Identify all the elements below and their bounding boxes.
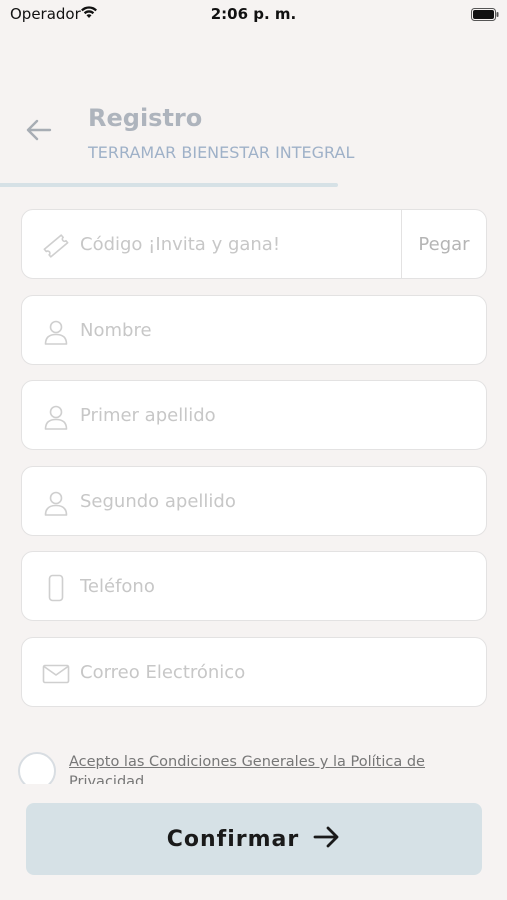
first-surname-field (21, 380, 487, 450)
battery-icon (471, 7, 499, 21)
page-title: Registro (88, 104, 203, 132)
first-name-input[interactable] (80, 296, 470, 364)
clock: 2:06 p. m. (210, 5, 297, 23)
invite-code-field: Pegar (21, 209, 487, 279)
first-name-field (21, 295, 487, 365)
back-button[interactable] (24, 117, 54, 147)
email-input[interactable] (80, 638, 470, 706)
invite-code-input[interactable] (80, 210, 390, 278)
user-icon (42, 318, 70, 346)
first-surname-input[interactable] (80, 381, 470, 449)
second-surname-field (21, 466, 487, 536)
user-icon (42, 403, 70, 431)
confirm-button[interactable]: Confirmar (26, 803, 482, 875)
phone-icon (42, 574, 70, 602)
confirm-label: Confirmar (166, 826, 300, 852)
status-bar: Operador 2:06 p. m. (0, 0, 507, 28)
phone-input[interactable] (80, 552, 470, 620)
arrow-right-icon (313, 825, 341, 853)
page-subtitle: TERRAMAR BIENESTAR INTEGRAL (88, 143, 355, 162)
mail-icon (42, 660, 70, 688)
phone-field (21, 551, 487, 621)
progress-fill (0, 183, 339, 187)
terms-row: Acepto las Condiciones Generales y la Po… (18, 750, 488, 784)
ticket-icon (42, 232, 70, 260)
terms-checkbox[interactable] (18, 752, 56, 784)
progress-bar (0, 183, 507, 187)
paste-button[interactable]: Pegar (402, 210, 486, 278)
terms-link[interactable]: Acepto las Condiciones Generales y la Po… (69, 752, 449, 784)
user-icon (42, 489, 70, 517)
email-field (21, 637, 487, 707)
arrow-left-icon (26, 119, 52, 145)
second-surname-input[interactable] (80, 467, 470, 535)
